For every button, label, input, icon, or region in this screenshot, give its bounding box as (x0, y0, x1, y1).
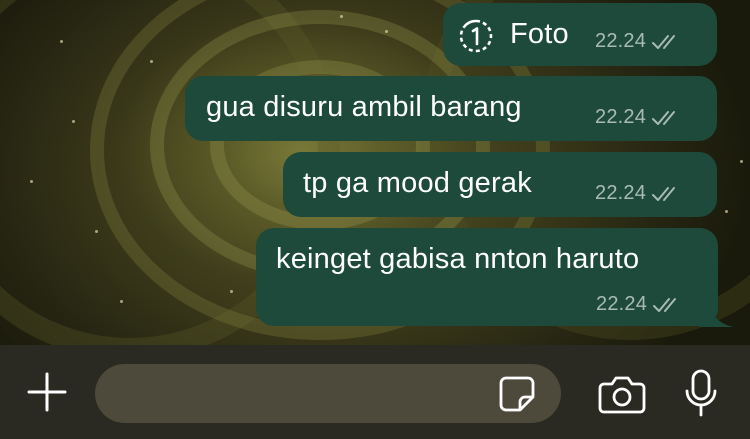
wallpaper-speck (150, 60, 153, 63)
wallpaper-speck (385, 30, 388, 33)
message-time: 22.24 (595, 106, 647, 128)
wallpaper-speck (725, 210, 728, 213)
wallpaper-speck (72, 120, 75, 123)
message-meta: 22.24 (596, 293, 683, 316)
message-bubble[interactable]: keinget gabisa nnton haruto 22.24 (256, 228, 718, 326)
message-text: Foto (510, 18, 569, 50)
message-text: gua disuru ambil barang (206, 91, 522, 123)
message-input[interactable] (115, 378, 495, 408)
sticker-icon[interactable] (498, 375, 536, 413)
message-meta: 22.24 (595, 106, 682, 129)
message-text: tp ga mood gerak (303, 167, 532, 199)
double-check-icon (652, 186, 676, 201)
microphone-icon[interactable] (684, 369, 718, 417)
wallpaper-speck (120, 300, 123, 303)
message-meta: 22.24 (595, 30, 682, 53)
camera-icon[interactable] (598, 374, 646, 414)
wallpaper-speck (340, 15, 343, 18)
message-time: 22.24 (595, 182, 647, 204)
message-time: 22.24 (595, 30, 647, 52)
wallpaper-speck (30, 180, 33, 183)
wallpaper-speck (740, 160, 743, 163)
message-time: 22.24 (596, 293, 648, 315)
wallpaper-speck (230, 290, 233, 293)
plus-icon[interactable] (25, 370, 69, 414)
message-bubble[interactable]: gua disuru ambil barang 22.24 (185, 76, 717, 141)
message-bubble[interactable]: tp ga mood gerak 22.24 (283, 152, 717, 217)
wallpaper-speck (60, 40, 63, 43)
view-once-icon (459, 19, 493, 53)
message-input-field[interactable] (95, 364, 561, 423)
double-check-icon (652, 110, 676, 125)
message-meta: 22.24 (595, 182, 682, 205)
message-bubble-photo[interactable]: Foto 22.24 (443, 3, 717, 66)
double-check-icon (653, 297, 677, 312)
double-check-icon (652, 34, 676, 49)
message-text: keinget gabisa nnton haruto (276, 243, 640, 275)
wallpaper-speck (95, 230, 98, 233)
